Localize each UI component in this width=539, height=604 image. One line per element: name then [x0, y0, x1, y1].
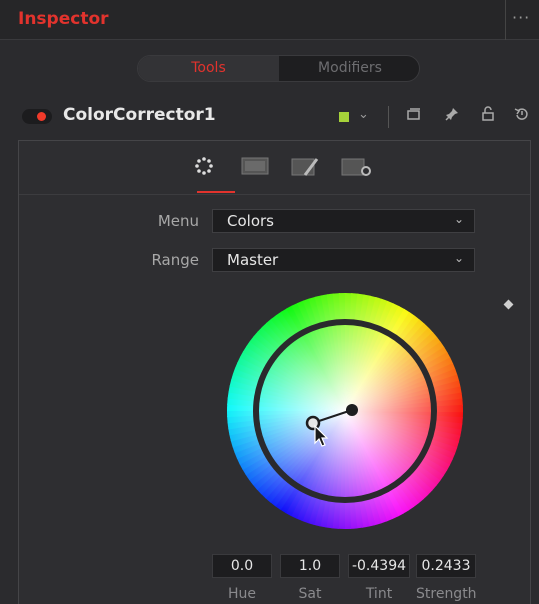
chevron-down-icon[interactable]: ⌄	[358, 107, 369, 122]
node-name: ColorCorrector1	[63, 105, 216, 125]
tint-label: Tint	[365, 586, 393, 602]
menu-label: Menu	[157, 212, 199, 230]
color-dots-icon[interactable]	[193, 155, 215, 182]
pin-icon[interactable]	[444, 106, 460, 126]
toggle-dot	[37, 112, 46, 121]
color-handle[interactable]	[305, 415, 321, 431]
tab-modifiers[interactable]: Modifiers	[279, 56, 419, 81]
hue-field[interactable]: 0.0	[212, 554, 272, 578]
more-options-icon[interactable]: ···	[512, 8, 530, 27]
chevron-down-icon: ⌄	[453, 212, 464, 226]
node-header: ColorCorrector1 ⌄	[8, 95, 539, 139]
hue-label: Hue	[227, 586, 256, 602]
tab-tools[interactable]: Tools	[138, 56, 279, 81]
reset-icon[interactable]	[514, 106, 530, 126]
panel-tab-divider	[19, 194, 530, 195]
color-corrector-panel: Menu Colors ⌄ Range Master ⌄ 0.0 1.0 -0.…	[18, 140, 531, 604]
color-wheel[interactable]	[227, 293, 463, 529]
header-divider	[388, 106, 389, 128]
range-label: Range	[151, 251, 199, 269]
sat-field[interactable]: 1.0	[280, 554, 340, 578]
range-value: Master	[227, 251, 279, 269]
versions-icon[interactable]	[406, 106, 422, 126]
menu-select[interactable]: Colors ⌄	[212, 209, 475, 233]
levels-image-icon[interactable]	[241, 155, 269, 182]
node-enable-toggle[interactable]	[22, 109, 52, 124]
menu-value: Colors	[227, 212, 274, 230]
tool-tabs: Tools Modifiers	[137, 55, 420, 82]
active-tab-indicator	[197, 191, 235, 193]
node-color-swatch[interactable]	[339, 112, 349, 122]
inspector-titlebar: Inspector ···	[0, 0, 539, 40]
center-handle[interactable]	[346, 404, 358, 416]
saturation-overlay	[227, 293, 463, 529]
settings-gear-icon[interactable]	[341, 155, 373, 184]
keyframe-diamond-icon[interactable]	[503, 299, 514, 310]
chevron-down-icon: ⌄	[453, 251, 464, 265]
sat-label: Sat	[298, 586, 322, 602]
lock-icon[interactable]	[480, 106, 496, 126]
range-select[interactable]: Master ⌄	[212, 248, 475, 272]
strength-label: Strength	[416, 586, 477, 602]
options-pencil-icon[interactable]	[291, 155, 321, 184]
tint-field[interactable]: -0.4394	[348, 554, 410, 578]
inspector-title: Inspector	[18, 9, 109, 29]
strength-field[interactable]: 0.2433	[416, 554, 476, 578]
titlebar-divider	[505, 0, 506, 40]
